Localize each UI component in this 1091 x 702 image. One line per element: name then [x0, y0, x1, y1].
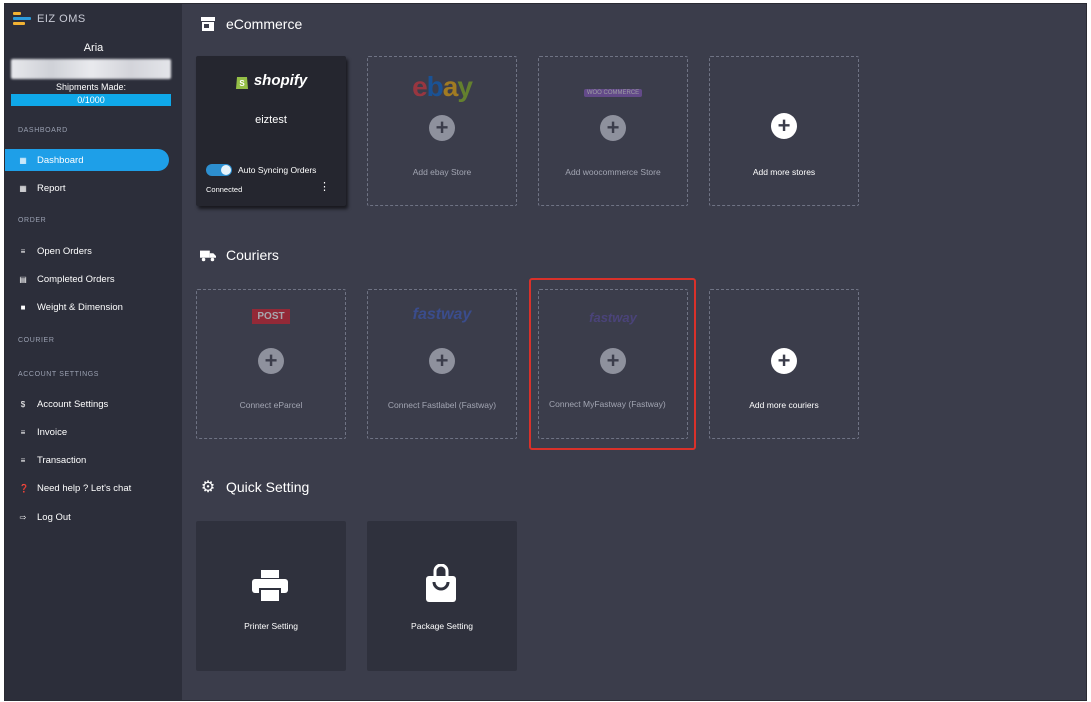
gear-icon: ⚙ — [200, 479, 216, 496]
card-label: Add woocommerce Store — [565, 167, 661, 177]
section-courier: COURIER — [18, 337, 55, 344]
connect-eparcel-card[interactable]: POST + Connect eParcel — [196, 289, 346, 439]
eiz-logo-icon — [13, 12, 31, 26]
section-title: Couriers — [226, 247, 279, 263]
shipments-progress: 0/1000 — [11, 94, 171, 106]
brand[interactable]: EIZ OMS — [13, 12, 86, 26]
sidebar-item-label: Completed Orders — [37, 273, 115, 285]
user-email-redacted — [11, 59, 171, 79]
sidebar-item-transaction[interactable]: ≡ Transaction — [5, 449, 182, 471]
svg-text:S: S — [239, 79, 245, 88]
more-options-icon[interactable]: ⋮ — [319, 180, 330, 193]
add-icon: + — [429, 115, 455, 141]
auto-sync-toggle[interactable]: Auto Syncing Orders — [206, 164, 316, 176]
sidebar-item-label: Invoice — [37, 426, 68, 438]
sidebar: EIZ OMS Aria Shipments Made: 0/1000 DASH… — [5, 4, 182, 700]
grid-icon: ▦ — [19, 155, 27, 165]
add-more-couriers-card[interactable]: + Add more couriers — [709, 289, 859, 439]
grid-icon: ▦ — [19, 183, 27, 193]
card-label: Package Setting — [411, 621, 473, 631]
add-woocommerce-card[interactable]: WOO COMMERCE + Add woocommerce Store — [538, 56, 688, 206]
sidebar-item-label: Need help ? Let's chat — [37, 482, 132, 494]
box-icon: ▤ — [19, 274, 27, 284]
couriers-heading: Couriers — [200, 247, 279, 263]
sidebar-item-open-orders[interactable]: ≡ Open Orders — [5, 240, 182, 262]
connect-fastlabel-card[interactable]: fastway + Connect Fastlabel (Fastway) — [367, 289, 517, 439]
add-icon: + — [600, 115, 626, 141]
sidebar-item-logout[interactable]: ⇨ Log Out — [5, 506, 182, 528]
selection-highlight — [529, 278, 696, 450]
sidebar-item-report[interactable]: ▦ Report — [5, 177, 182, 199]
sidebar-item-label: Open Orders — [37, 245, 92, 257]
sidebar-item-dashboard[interactable]: ▦ Dashboard — [5, 149, 169, 171]
card-label: Printer Setting — [244, 621, 298, 631]
brand-name: EIZ OMS — [37, 13, 86, 25]
sidebar-item-label: Account Settings — [37, 398, 109, 410]
sync-label: Auto Syncing Orders — [238, 165, 317, 175]
sidebar-item-label: Report — [37, 182, 66, 194]
app-window: EIZ OMS Aria Shipments Made: 0/1000 DASH… — [4, 3, 1087, 701]
sidebar-item-label: Log Out — [37, 511, 71, 523]
sidebar-item-completed-orders[interactable]: ▤ Completed Orders — [5, 268, 182, 290]
square-icon: ■ — [20, 302, 26, 312]
section-dashboard: DASHBOARD — [18, 127, 68, 134]
question-icon: ❓ — [19, 483, 29, 493]
list-icon: ≡ — [20, 246, 26, 256]
sidebar-item-label: Transaction — [37, 454, 87, 466]
shopify-bag-icon: S — [235, 76, 248, 89]
sidebar-item-label: Weight & Dimension — [37, 301, 123, 313]
list-icon: ≡ — [20, 427, 26, 437]
card-label: Connect eParcel — [239, 400, 303, 410]
add-more-stores-card[interactable]: + Add more stores — [709, 56, 859, 206]
woocommerce-logo: WOO COMMERCE — [539, 81, 687, 99]
sidebar-item-invoice[interactable]: ≡ Invoice — [5, 421, 182, 443]
sidebar-item-account-settings[interactable]: $ Account Settings — [5, 393, 182, 415]
sidebar-item-weight-dimension[interactable]: ■ Weight & Dimension — [5, 296, 182, 318]
list-icon: ≡ — [20, 455, 26, 465]
section-title: Quick Setting — [226, 479, 310, 495]
printer-icon — [252, 570, 288, 607]
ebay-logo: ebay — [412, 71, 473, 102]
card-label: Add more couriers — [749, 400, 819, 410]
section-order: ORDER — [18, 217, 47, 224]
store-name: eiztest — [255, 114, 287, 126]
section-title: eCommerce — [226, 16, 303, 32]
add-icon: + — [258, 348, 284, 374]
add-icon: + — [771, 348, 797, 374]
section-account-settings: ACCOUNT SETTINGS — [18, 371, 100, 378]
card-label: Connect Fastlabel (Fastway) — [387, 400, 497, 410]
shopify-logo: S shopify — [196, 72, 346, 89]
logout-icon: ⇨ — [19, 512, 27, 522]
truck-icon — [200, 248, 216, 262]
add-icon: + — [429, 348, 455, 374]
printer-setting-card[interactable]: Printer Setting — [196, 521, 346, 671]
dollar-icon: $ — [20, 399, 26, 409]
store-icon — [200, 17, 216, 31]
auspost-logo: POST — [197, 306, 345, 324]
card-label: Add more stores — [752, 167, 816, 177]
add-icon: + — [771, 113, 797, 139]
shopify-store-card[interactable]: S shopify eiztest Auto Syncing Orders Co… — [196, 56, 346, 206]
main-content: eCommerce S shopify eiztest Auto Syncing… — [182, 4, 1086, 700]
card-label: Add ebay Store — [412, 167, 472, 177]
ecommerce-heading: eCommerce — [200, 16, 302, 32]
shipments-label: Shipments Made: — [55, 82, 127, 92]
package-setting-card[interactable]: Package Setting — [367, 521, 517, 671]
user-name: Aria — [83, 42, 104, 54]
sidebar-item-help-chat[interactable]: ❓ Need help ? Let's chat — [5, 477, 182, 499]
bag-icon — [426, 563, 456, 607]
toggle-switch[interactable] — [206, 164, 232, 176]
connection-status: Connected — [206, 185, 243, 194]
quick-setting-heading: ⚙ Quick Setting — [200, 479, 310, 496]
fastway-logo: fastway — [412, 306, 472, 323]
add-ebay-card[interactable]: ebay + Add ebay Store — [367, 56, 517, 206]
sidebar-item-label: Dashboard — [37, 154, 84, 166]
